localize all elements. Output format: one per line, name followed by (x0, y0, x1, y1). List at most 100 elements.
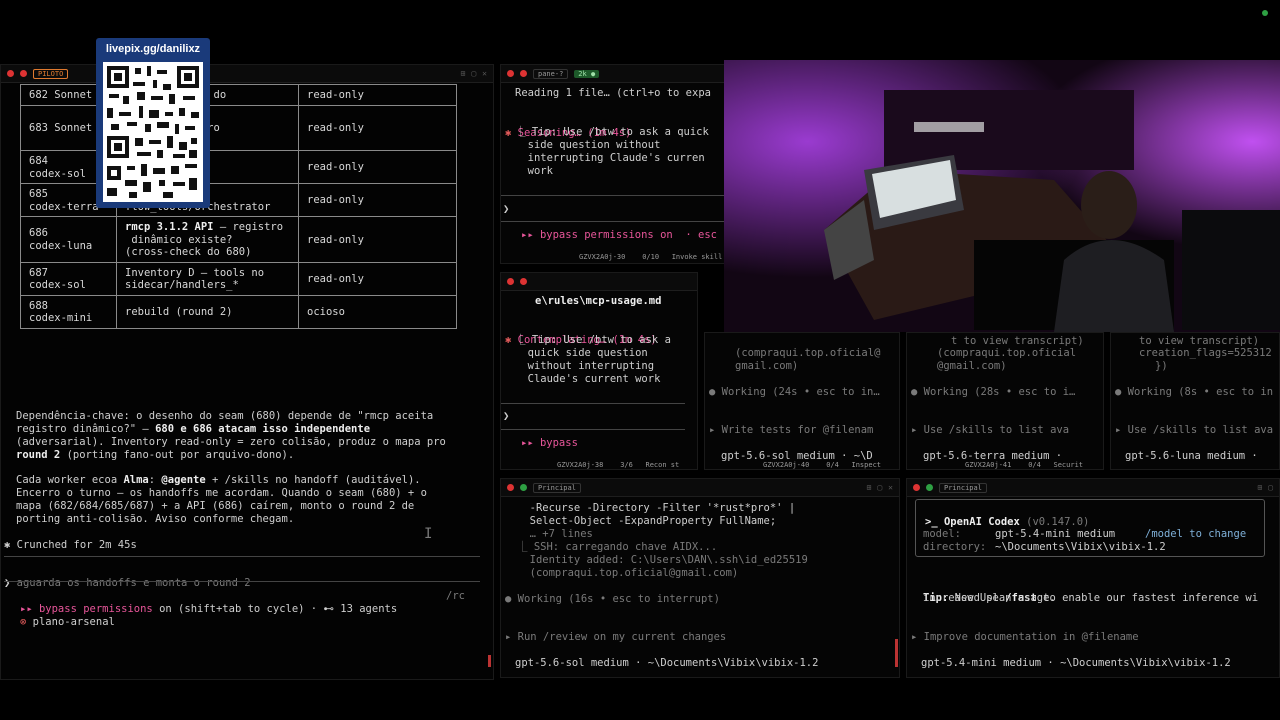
para1-bold: 680 e 686 atacam isso independente (155, 423, 371, 435)
status-dot-icon (926, 484, 933, 491)
tip-line-2: side question without (515, 139, 661, 151)
hint-line[interactable]: ▸ Use /skills to list ava (1115, 424, 1273, 437)
maximize-icon[interactable]: ▢ (471, 69, 476, 78)
transcript-line-3: @gmail.com) (937, 360, 1007, 372)
close-icon[interactable]: ✕ (482, 69, 487, 78)
codex-pane-sol[interactable]: (compraqui.top.oficial@ gmail.com) ● Wor… (704, 332, 900, 470)
para2-line4: porting anti-colisão. Aviso conforme che… (16, 513, 295, 525)
agents-table: 682 Sonnet tools doread-only683 Sonnet o… (20, 84, 457, 329)
close-icon[interactable]: ✕ (888, 483, 893, 492)
task-text: rebuild (round 2) (125, 305, 233, 318)
close-dot-icon[interactable] (7, 70, 14, 77)
scroll-indicator[interactable] (895, 639, 898, 667)
transcript-line-1: (compraqui.top.oficial@ (735, 347, 881, 359)
pane-status-bar: GZVX2A0j-38 3/6 Recon st (557, 461, 680, 469)
tab-principal[interactable]: Principal (533, 482, 581, 493)
text-cursor-icon: I (424, 526, 433, 542)
rc-command[interactable]: /rc (446, 590, 465, 603)
webcam-overlay (724, 60, 1280, 332)
codex-pane-terra[interactable]: t to view transcript) (compraqui.top.ofi… (906, 332, 1104, 470)
maximize-icon[interactable]: ▢ (877, 483, 882, 492)
asterisk-icon: ✱ (4, 539, 17, 551)
task-text: Inventory D — tools no sidecar/handlers_… (125, 266, 265, 292)
live-indicator-icon (1262, 10, 1268, 16)
codex-pane-luna[interactable]: to view transcript) creation_flags=52531… (1110, 332, 1280, 470)
cmd-line-5: Identity added: C:\Users\DAN\.ssh\id_ed2… (517, 554, 808, 566)
bypass-line[interactable]: ▸▸ bypass permissions on · esc (521, 229, 717, 242)
reading-line: Reading 1 file… (ctrl+o to expa (515, 87, 711, 99)
crunched-text: Crunched for 2m 45s (16, 539, 137, 551)
table-row: 682 Sonnet tools doread-only (20, 84, 457, 106)
cmd-line-3: … +7 lines (517, 528, 593, 540)
tab-piloto[interactable]: PILOTO (33, 68, 69, 79)
bottom-mid-terminal-pane[interactable]: Principal ⊞ ▢ ✕ -Recurse -Directory -Fil… (500, 478, 900, 678)
pane-status-bar: GZVX2A0j-41 0/4 Securit (965, 461, 1084, 469)
cmd-line-4: ⎿ SSH: carregando chave AIDX... (517, 541, 718, 553)
mode-cell: read-only (298, 150, 457, 184)
cmd-line-1: -Recurse -Directory -Filter '*rust*pro*'… (517, 502, 796, 514)
qr-code-icon (103, 62, 203, 202)
mode-cell: read-only (298, 84, 457, 106)
maximize-icon[interactable]: ▢ (1268, 483, 1273, 492)
tab-badge: 2k ● (574, 69, 600, 78)
hint-line[interactable]: ▸ Run /review on my current changes (505, 631, 726, 644)
hint-line[interactable]: ▸ Write tests for @filenam (709, 424, 873, 437)
para2-line3: mapa (682/684/685/687) + a API (686) caí… (16, 500, 415, 512)
tip-line-2: increased plan usage. (923, 592, 1056, 604)
codex-version: (v0.147.0) (1019, 516, 1090, 528)
split-icon[interactable]: ⊞ (461, 69, 466, 78)
bottom-right-tabbar: Principal ⊞ ▢ (907, 479, 1279, 497)
transcript-line-2: creation_flags=525312 (1139, 347, 1272, 359)
window-controls: ⊞ ▢ ✕ (867, 483, 893, 492)
tab-principal[interactable]: Principal (939, 482, 987, 493)
mid-terminal-pane[interactable]: e\rules\mcp-usage.md ✱ Contemplating… (1… (500, 272, 698, 470)
task-cell: rebuild (round 2) (116, 294, 299, 329)
divider (501, 429, 685, 430)
close-dot-icon[interactable] (507, 278, 514, 285)
scroll-indicator[interactable] (488, 655, 491, 667)
table-row: 685 codex-terraInventory C — flow_tools/… (20, 183, 457, 217)
split-icon[interactable]: ⊞ (1257, 483, 1262, 492)
tip-line-4: work (515, 165, 553, 177)
divider (501, 195, 725, 196)
bottom-mid-tabbar: Principal ⊞ ▢ ✕ (501, 479, 899, 497)
top-mid-tabbar: pane-? 2k ● (501, 65, 725, 83)
bypass-line[interactable]: ▸▸ bypass (521, 437, 578, 450)
working-line: ● Working (24s • esc to in… (709, 386, 880, 398)
para2-post: + /skills no handoff (auditável). (205, 474, 421, 486)
status-dot-icon (520, 278, 527, 285)
prompt-input[interactable]: ❯ aguarda os handoffs e monta o round 2 (4, 564, 251, 590)
top-mid-terminal-pane[interactable]: pane-? 2k ● Reading 1 file… (ctrl+o to e… (500, 64, 726, 264)
prompt-bottom-divider (4, 581, 480, 582)
crunched-line: ✱ Crunched for 2m 45s (4, 526, 137, 552)
prompt-chevron[interactable]: ❯ (503, 410, 509, 423)
webcam-scene-image (724, 60, 1280, 332)
para2-alma: Alma (123, 474, 149, 486)
codex-title-text: >_ OpenAI Codex (925, 516, 1020, 528)
bypass-status: on (shift+tab to cycle) · ⊷ 13 agents (152, 603, 398, 615)
hint-line[interactable]: ▸ Use /skills to list ava (911, 424, 1069, 437)
table-row: 687 codex-sol Inventory D — tools no side… (20, 261, 457, 296)
para1-line2: registro dinâmico?" — (16, 423, 156, 435)
close-dot-icon[interactable] (507, 70, 514, 77)
mode-cell: read-only (298, 183, 457, 217)
table-row: 686 codex-luna rmcp 3.1.2 API — registro … (20, 216, 457, 263)
tip-line-4: Claude's current work (515, 373, 661, 385)
tab-pane[interactable]: pane-? (533, 68, 569, 79)
close-dot-icon[interactable] (913, 484, 920, 491)
prompt-top-divider (4, 556, 480, 557)
cmd-line-2: Select-Object -ExpandProperty FullName; (517, 515, 777, 527)
working-line: ● Working (28s • esc to i… (911, 386, 1076, 398)
bottom-right-terminal-pane[interactable]: Principal ⊞ ▢ >_ OpenAI Codex (v0.147.0)… (906, 478, 1280, 678)
para2-line2: Encerro o turno — os handoffs me acordam… (16, 487, 427, 499)
hint-line[interactable]: ▸ Improve documentation in @filename (911, 631, 1139, 644)
prompt-chevron[interactable]: ❯ (503, 203, 509, 216)
divider (501, 403, 685, 404)
tip-line-1: ⎿ Tip: Use /btw to ask a (515, 334, 671, 346)
pane-status-bar: GZVX2A0j-40 0/4 Inspect (763, 461, 882, 469)
close-dot-icon[interactable] (507, 484, 514, 491)
split-icon[interactable]: ⊞ (867, 483, 872, 492)
table-row: 684 codex-sol ersread-only (20, 150, 457, 184)
working-line: ● Working (16s • esc to interrupt) (505, 593, 720, 605)
transcript-line-2: (compraqui.top.oficial (937, 347, 1077, 359)
